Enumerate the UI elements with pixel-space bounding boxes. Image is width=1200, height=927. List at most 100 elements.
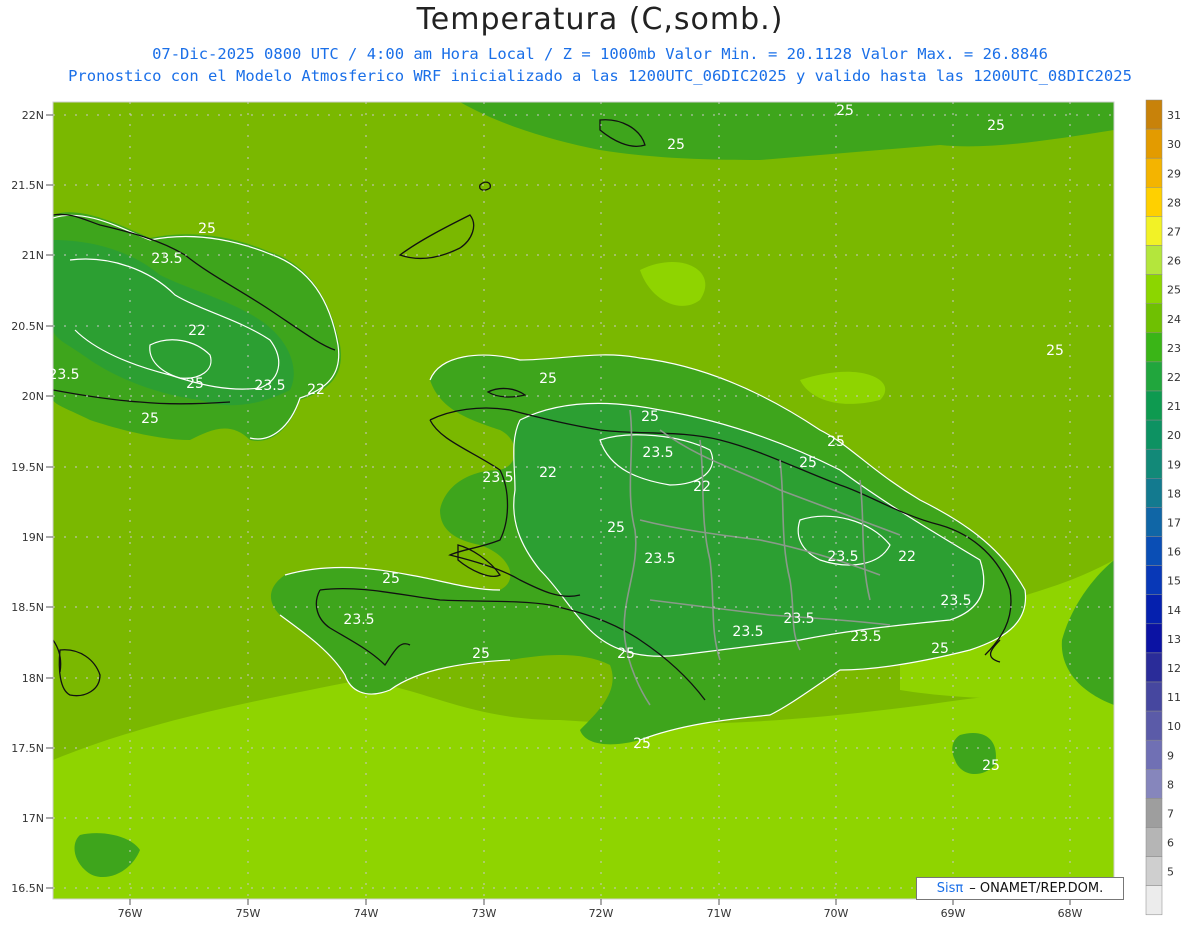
contour-label: 25 — [141, 411, 159, 427]
contour-label: 25 — [617, 646, 635, 662]
contour-label: 25 — [186, 376, 204, 392]
legend-label: 21 — [1167, 400, 1181, 413]
contour-label: 23.5 — [642, 445, 673, 461]
longitude-labels: 76W 75W 74W 73W 72W 71W 70W 69W 68W — [118, 907, 1083, 920]
latitude-labels: 22N 21.5N 21N 20.5N 20N 19.5N 19N 18.5N 18N 17.5N… — [11, 109, 44, 895]
contour-label: 23.5 — [343, 612, 374, 628]
lon-label: 71W — [707, 907, 732, 920]
legend-swatch — [1145, 536, 1163, 566]
legend-label: 17 — [1167, 517, 1181, 530]
contour-label: 22 — [693, 479, 711, 495]
contour-label: 22 — [307, 382, 325, 398]
legend-label: 6 — [1167, 837, 1174, 850]
legend-swatch — [1145, 652, 1163, 683]
legend-label: 24 — [1167, 313, 1181, 326]
contour-label: 23.5 — [482, 470, 513, 486]
legend-label: 13 — [1167, 633, 1181, 646]
lat-label: 18.5N — [11, 601, 44, 614]
legend-label: 25 — [1167, 284, 1181, 297]
legend-label: 22 — [1167, 371, 1181, 384]
legend-swatch — [1145, 245, 1163, 275]
legend-swatch — [1145, 827, 1163, 857]
legend-swatch — [1145, 390, 1163, 421]
lat-label: 18N — [22, 672, 44, 685]
contour-label: 25 — [198, 221, 216, 237]
credit-text: – ONAMET/REP.DOM. — [969, 881, 1104, 896]
lat-label: 19N — [22, 531, 44, 544]
legend-swatch — [1145, 710, 1163, 741]
contour-label: 25 — [633, 736, 651, 752]
lat-label: 20.5N — [11, 320, 44, 333]
legend-swatch — [1145, 565, 1163, 595]
legend-swatch — [1145, 187, 1163, 217]
legend-swatch — [1145, 303, 1163, 334]
legend-swatch — [1145, 361, 1163, 392]
legend-label: 31 — [1167, 109, 1181, 122]
lat-label: 21.5N — [11, 179, 44, 192]
lon-label: 72W — [589, 907, 614, 920]
contour-label: 25 — [667, 137, 685, 153]
legend-label: 15 — [1167, 575, 1181, 588]
contour-label: 25 — [931, 641, 949, 657]
credit-box: Sisπ – ONAMET/REP.DOM. — [916, 877, 1124, 900]
legend-label: 27 — [1167, 226, 1181, 239]
legend-swatch — [1145, 157, 1163, 188]
lon-label: 70W — [824, 907, 849, 920]
contour-label: 22 — [898, 549, 916, 565]
legend-label: 10 — [1167, 720, 1181, 733]
legend-swatch — [1145, 507, 1163, 537]
lon-label: 68W — [1058, 907, 1083, 920]
lat-label: 22N — [22, 109, 44, 122]
contour-label: 25 — [472, 646, 490, 662]
lon-label: 73W — [472, 907, 497, 920]
contour-label: 22 — [539, 465, 557, 481]
legend-label: 11 — [1167, 691, 1181, 704]
contour-label: 25 — [641, 409, 659, 425]
legend-swatch — [1145, 769, 1163, 799]
legend-swatch — [1145, 623, 1163, 654]
legend-swatch — [1145, 739, 1163, 770]
legend-swatch — [1145, 128, 1163, 159]
lon-label: 74W — [354, 907, 379, 920]
legend-label: 18 — [1167, 487, 1181, 500]
contour-label: 23.5 — [151, 251, 182, 267]
lon-label: 75W — [236, 907, 261, 920]
lat-label: 19.5N — [11, 461, 44, 474]
legend-label: 14 — [1167, 604, 1181, 617]
legend-label: 16 — [1167, 546, 1181, 559]
contour-label: 23.5 — [732, 624, 763, 640]
contour-label: 25 — [799, 455, 817, 471]
legend-label: 29 — [1167, 167, 1181, 180]
lat-label: 16.5N — [11, 882, 44, 895]
contour-label: 23.5 — [644, 551, 675, 567]
lon-label: 76W — [118, 907, 143, 920]
contour-label: 23.5 — [254, 378, 285, 394]
color-legend: 31 30 29 28 27 26 25 24 23 22 21 20 19 18 17 16 15 14 13 12… — [1145, 99, 1181, 916]
sispi-logo: Sisπ — [936, 881, 964, 896]
legend-label: 8 — [1167, 778, 1174, 791]
legend-swatch — [1145, 478, 1163, 508]
contour-label: 25 — [987, 118, 1005, 134]
legend-label: 12 — [1167, 662, 1181, 675]
legend-label: 23 — [1167, 342, 1181, 355]
legend-swatch — [1145, 856, 1163, 886]
lat-label: 21N — [22, 249, 44, 262]
contour-label: 22 — [188, 323, 206, 339]
lon-label: 69W — [941, 907, 966, 920]
contour-label: 25 — [1046, 343, 1064, 359]
contour-label: 23.5 — [48, 367, 79, 383]
temperature-map: 22N 21.5N 21N 20.5N 20N 19.5N 19N 18.5N 18N 17.5N… — [11, 99, 1181, 920]
contour-label: 25 — [539, 371, 557, 387]
contour-label: 23.5 — [850, 629, 881, 645]
legend-swatch — [1145, 332, 1163, 363]
legend-label: 26 — [1167, 255, 1181, 268]
contour-label: 23.5 — [827, 549, 858, 565]
lat-label: 17.5N — [11, 742, 44, 755]
contour-label: 23.5 — [940, 593, 971, 609]
legend-swatch — [1145, 99, 1163, 130]
lat-label: 17N — [22, 812, 44, 825]
legend-swatch — [1145, 274, 1163, 304]
legend-label: 19 — [1167, 458, 1181, 471]
legend-swatch — [1145, 216, 1163, 246]
legend-label: 5 — [1167, 866, 1174, 879]
